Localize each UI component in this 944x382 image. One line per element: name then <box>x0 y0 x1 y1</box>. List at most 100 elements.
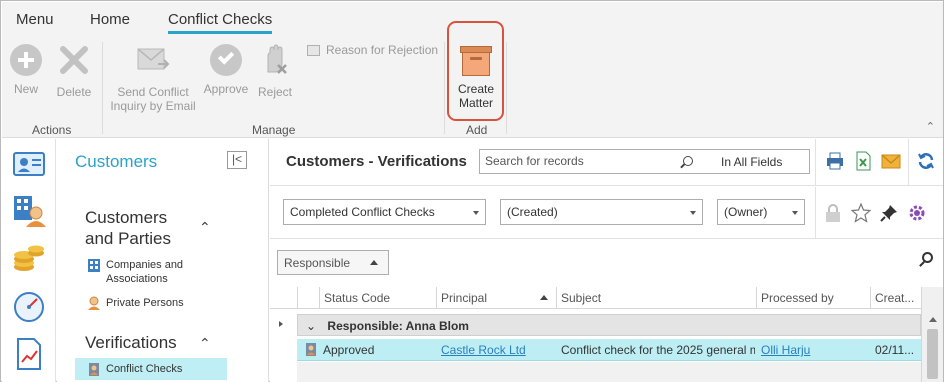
dropdown-arrow-icon <box>690 211 696 215</box>
nav-group-customers-and-parties[interactable]: Customers and Parties <box>85 207 171 249</box>
chevron-down-icon[interactable]: ⌄ <box>306 319 316 333</box>
chevron-up-icon[interactable]: ⌃ <box>199 219 211 236</box>
collapse-ribbon-icon[interactable]: ⌃ <box>926 120 935 133</box>
send-label-line1: Send Conflict <box>117 85 189 99</box>
excel-export-icon[interactable] <box>853 151 873 171</box>
nav-item-conflict-checks-label: Conflict Checks <box>106 363 183 375</box>
nav-item-private-persons-label: Private Persons <box>106 297 184 309</box>
main-content: Customers - Verifications In All Fields <box>270 139 943 382</box>
star-icon[interactable] <box>851 203 871 223</box>
group-band-label: Responsible: Anna Blom <box>327 319 469 333</box>
delete-label: Delete <box>56 85 92 99</box>
nav-item-private-persons[interactable]: Private Persons <box>87 296 184 310</box>
reason-icon <box>307 44 320 56</box>
tab-menu[interactable]: Menu <box>16 11 54 28</box>
cell-principal-link[interactable]: Castle Rock Ltd <box>441 343 555 357</box>
email-send-icon <box>137 48 170 70</box>
settings-gear-icon[interactable] <box>907 203 927 223</box>
column-header-subject[interactable]: Subject <box>556 287 756 309</box>
conflict-check-icon <box>306 343 316 356</box>
cell-status-code: Approved <box>323 343 375 357</box>
scroll-up-icon[interactable] <box>929 317 937 322</box>
column-header-processed-by[interactable]: Processed by <box>756 287 870 309</box>
create-label-line2: Matter <box>458 96 493 110</box>
person-icon <box>88 296 100 310</box>
contact-card-icon[interactable] <box>12 147 46 181</box>
group-label-actions: Actions <box>32 123 72 137</box>
status-filter-value: Completed Conflict Checks <box>290 205 435 219</box>
new-label: New <box>13 82 38 96</box>
nav-group-verifications[interactable]: Verifications <box>85 332 177 353</box>
table-row[interactable]: Approved Castle Rock Ltd Conflict check … <box>297 339 921 361</box>
report-chart-icon[interactable] <box>12 337 46 371</box>
nav-item-companies[interactable]: Companies and Associations <box>87 258 183 286</box>
delete-button[interactable]: Delete <box>54 44 94 99</box>
ribbon: Menu Home Conflict Checks New Delete Sen… <box>2 2 943 138</box>
dropdown-arrow-icon <box>473 211 479 215</box>
column-header-created[interactable]: Creat... <box>870 287 921 309</box>
find-icon[interactable] <box>922 252 933 263</box>
pin-icon[interactable] <box>879 203 899 223</box>
reject-button[interactable]: Reject <box>255 44 295 99</box>
search-box: In All Fields <box>479 149 810 174</box>
search-scope-selector[interactable]: In All Fields <box>721 155 782 169</box>
email-icon[interactable] <box>881 151 901 171</box>
main-header: Customers - Verifications In All Fields <box>270 139 943 186</box>
create-label-line1: Create <box>457 82 495 96</box>
search-input[interactable] <box>485 154 675 168</box>
lock-icon[interactable] <box>823 203 843 223</box>
column-header-principal[interactable]: Principal <box>436 287 556 309</box>
nav-group-line2: and Parties <box>85 229 171 248</box>
create-matter-button[interactable]: Create Matter <box>450 44 502 110</box>
approve-button[interactable]: Approve <box>202 44 250 96</box>
sort-ascending-icon <box>540 295 548 300</box>
group-by-responsible-chip[interactable]: Responsible <box>277 250 389 275</box>
app-window: Menu Home Conflict Checks New Delete Sen… <box>0 0 944 382</box>
nav-item-companies-line1: Companies and <box>106 259 184 271</box>
collapse-panel-button[interactable]: |< <box>227 151 247 169</box>
search-icon[interactable] <box>683 156 693 166</box>
group-label-manage: Manage <box>252 123 296 137</box>
group-separator <box>444 42 445 134</box>
reason-for-rejection-button[interactable]: Reason for Rejection <box>307 43 438 57</box>
group-separator <box>506 42 507 134</box>
reject-label: Reject <box>257 85 292 99</box>
owner-filter-value: (Owner) <box>724 205 768 219</box>
tab-conflict-checks[interactable]: Conflict Checks <box>168 11 273 34</box>
hand-stop-icon <box>267 44 287 74</box>
vertical-scrollbar[interactable] <box>921 287 943 382</box>
column-header-status-code[interactable]: Status Code <box>319 287 436 309</box>
data-grid: Status Code Principal Subject Processed … <box>270 285 943 382</box>
new-button[interactable]: New <box>8 44 44 96</box>
nav-title: Customers <box>75 152 158 171</box>
chevron-up-icon[interactable]: ⌃ <box>199 335 211 352</box>
status-filter-select[interactable]: Completed Conflict Checks <box>283 199 486 225</box>
coins-icon[interactable] <box>12 241 46 275</box>
row-indicator-icon <box>279 321 283 327</box>
grid-header: Status Code Principal Subject Processed … <box>270 287 921 309</box>
column-header-indicator[interactable] <box>297 287 319 309</box>
group-band-anna-blom[interactable]: ⌄ Responsible: Anna Blom <box>297 314 921 336</box>
date-filter-select[interactable]: (Created) <box>500 199 703 225</box>
table-row-partial <box>297 362 921 382</box>
send-conflict-inquiry-button[interactable]: Send Conflict Inquiry by Email <box>108 44 198 113</box>
scroll-thumb[interactable] <box>927 329 938 379</box>
tab-home[interactable]: Home <box>90 11 130 28</box>
approve-label: Approve <box>203 82 249 96</box>
check-icon <box>210 44 242 76</box>
conflict-check-icon <box>89 363 99 376</box>
filter-row: Completed Conflict Checks (Created) (Own… <box>270 187 943 239</box>
cell-processed-by-link[interactable]: Olli Harju <box>761 343 867 357</box>
group-separator <box>102 42 103 134</box>
nav-item-conflict-checks[interactable]: Conflict Checks <box>75 358 227 380</box>
print-icon[interactable] <box>825 151 845 171</box>
toolbar-separator <box>815 139 816 186</box>
toolbar-separator <box>908 139 909 186</box>
cell-created: 02/11... <box>875 343 915 357</box>
refresh-icon[interactable] <box>916 151 936 171</box>
sort-ascending-icon <box>370 260 378 265</box>
page-title: Customers - Verifications <box>286 153 467 170</box>
customers-icon[interactable] <box>12 193 46 227</box>
gauge-icon[interactable] <box>12 289 46 323</box>
owner-filter-select[interactable]: (Owner) <box>717 199 805 225</box>
